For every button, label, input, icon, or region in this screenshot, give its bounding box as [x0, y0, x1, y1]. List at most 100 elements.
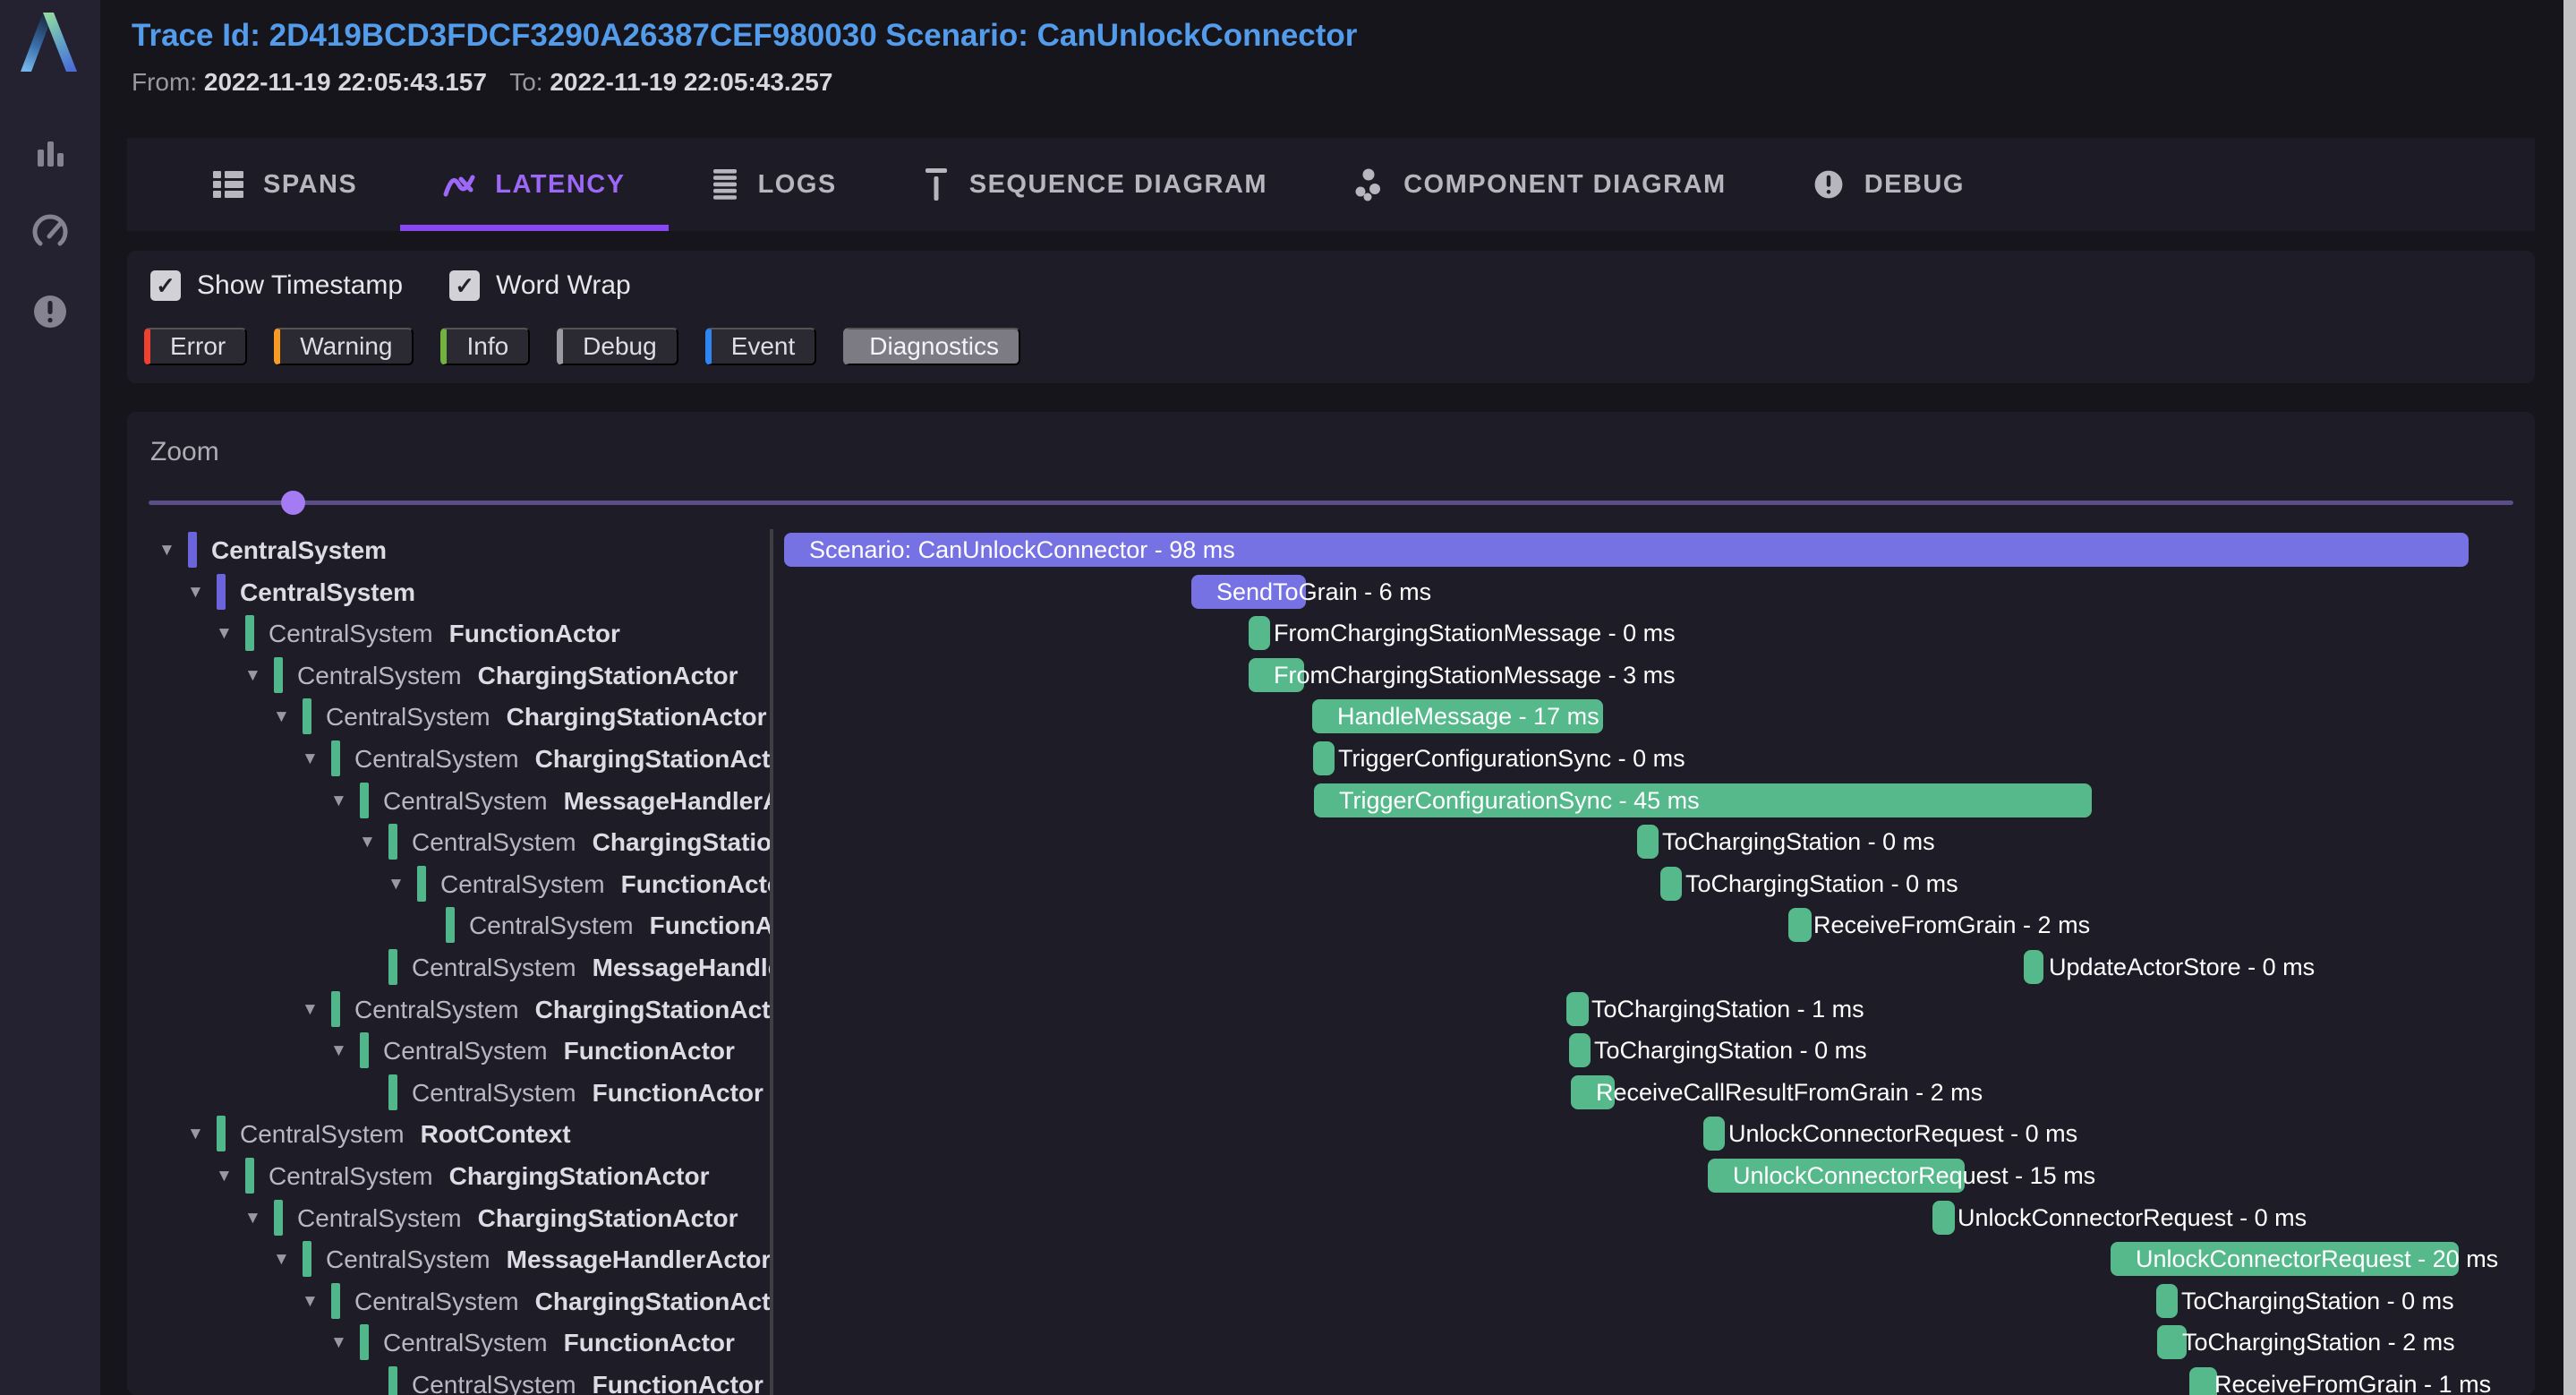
tree-node[interactable]: ▼ CentralSystemMessageHandlerActor [127, 780, 770, 822]
chevron-down-icon[interactable]: ▼ [216, 612, 233, 655]
filter-chip-warning[interactable]: Warning [274, 328, 414, 365]
chevron-down-icon[interactable]: ▼ [330, 1030, 347, 1072]
checkbox-checked-icon[interactable]: ✓ [150, 270, 181, 301]
tree-node[interactable]: ▼CentralSystem [127, 529, 770, 571]
filter-chip-event[interactable]: Event [705, 328, 817, 365]
filter-chip-info[interactable]: Info [440, 328, 530, 365]
filter-chip-error[interactable]: Error [144, 328, 247, 365]
chevron-down-icon[interactable]: ▼ [302, 1280, 319, 1322]
span-bar[interactable] [2189, 1367, 2217, 1395]
span-bar[interactable] [1191, 575, 1306, 609]
alert-circle-icon[interactable] [30, 292, 70, 331]
tab-bar: SPANS LATENCY LOGS SEQUENCE DIAGRAM COMP… [127, 138, 2535, 231]
span-bar[interactable] [1708, 1159, 1965, 1193]
node-label: CentralSystemMessageHandlerActor [383, 780, 770, 822]
chevron-down-icon[interactable]: ▼ [302, 988, 319, 1031]
tree-node[interactable]: CentralSystemFunctionActor [127, 1364, 770, 1395]
chevron-down-icon[interactable]: ▼ [330, 1322, 347, 1364]
node-color-bar [245, 1158, 254, 1194]
node-label: CentralSystemMessageHandlerActor [412, 946, 770, 988]
span-bar[interactable] [1569, 1033, 1591, 1067]
tree-node[interactable]: ▼CentralSystem [127, 571, 770, 613]
from-label: From: [132, 68, 197, 96]
zoom-slider[interactable] [149, 491, 2513, 514]
filter-chip-debug[interactable]: Debug [557, 328, 678, 365]
chevron-down-icon[interactable]: ▼ [216, 1155, 233, 1197]
tree-node[interactable]: ▼CentralSystemFunctionActor [127, 1322, 770, 1364]
chevron-down-icon[interactable]: ▼ [273, 1238, 290, 1280]
chevron-down-icon[interactable]: ▼ [187, 571, 204, 613]
span-bar[interactable] [1312, 699, 1603, 733]
filter-chip-diagnostics[interactable]: Diagnostics [843, 328, 1020, 365]
chevron-down-icon[interactable]: ▼ [244, 655, 261, 697]
span-bar[interactable] [1314, 783, 2092, 817]
span-bar[interactable] [2156, 1284, 2178, 1318]
vertical-scrollbar[interactable] [2563, 0, 2576, 1395]
tree-node[interactable]: ▼CentralSystemFunctionActor [127, 863, 770, 905]
chevron-down-icon[interactable]: ▼ [359, 821, 376, 863]
span-bar[interactable] [1703, 1117, 1725, 1151]
tree-node[interactable]: ▼CentralSystemChargingStationActor [127, 1155, 770, 1197]
span-bar[interactable] [1566, 992, 1589, 1026]
tab-component-diagram[interactable]: COMPONENT DIAGRAM [1310, 138, 1770, 231]
node-label: CentralSystemFunctionActor [469, 904, 770, 946]
gantt-row: ToChargingStation - 0 ms [775, 863, 2535, 905]
tree-node[interactable]: ▼CentralSystemChargingStationActor [127, 988, 770, 1031]
tree-node[interactable]: ▼CentralSystemFunctionActor [127, 1030, 770, 1072]
chevron-down-icon[interactable]: ▼ [388, 863, 405, 905]
span-bar[interactable] [1637, 825, 1659, 859]
span-label: ReceiveFromGrain - 2 ms [1813, 908, 2090, 942]
zoom-slider-thumb[interactable] [281, 491, 305, 515]
span-bar[interactable] [2157, 1325, 2187, 1359]
pane-divider[interactable] [770, 529, 773, 1395]
span-bar[interactable] [1660, 867, 1682, 901]
span-bar[interactable] [1249, 658, 1304, 692]
tree-node[interactable]: ▼CentralSystemChargingStationActor [127, 655, 770, 697]
tree-node[interactable]: ▼CentralSystemChargingStationActor [127, 1280, 770, 1322]
word-wrap-checkbox[interactable]: ✓ Word Wrap [449, 270, 631, 301]
span-bar[interactable] [1932, 1201, 1955, 1235]
span-bar[interactable] [2024, 950, 2043, 984]
tree-node[interactable]: ▼ CentralSystemChargingStationActor [127, 696, 770, 738]
to-label: To: [509, 68, 542, 96]
node-label: CentralSystemChargingStationActor [326, 696, 767, 738]
chevron-down-icon[interactable]: ▼ [187, 1113, 204, 1155]
tree-node[interactable]: CentralSystemFunctionActor [127, 904, 770, 946]
span-bar[interactable] [1249, 616, 1270, 650]
tree-node[interactable]: ▼CentralSystemChargingStationActor [127, 1197, 770, 1239]
tree-node[interactable]: ▼CentralSystemMessageHandlerActor [127, 1238, 770, 1280]
tree-node[interactable]: CentralSystemMessageHandlerActor [127, 946, 770, 988]
tree-node[interactable]: ▼CentralSystemChargingStationActor [127, 821, 770, 863]
tab-logs[interactable]: LOGS [669, 138, 880, 231]
chevron-down-icon[interactable]: ▼ [330, 780, 347, 822]
chevron-down-icon[interactable]: ▼ [244, 1197, 261, 1239]
tab-label: SPANS [263, 170, 357, 200]
span-bar[interactable] [1313, 741, 1335, 775]
tab-spans[interactable]: SPANS [170, 138, 400, 231]
chevron-down-icon[interactable]: ▼ [273, 696, 290, 738]
node-color-bar [417, 866, 426, 902]
node-label: CentralSystemChargingStationActor [354, 738, 770, 780]
tree-node[interactable]: ▼CentralSystemFunctionActor [127, 612, 770, 655]
chevron-down-icon[interactable]: ▼ [302, 738, 319, 780]
bar-chart-icon[interactable] [30, 134, 70, 174]
tree-node[interactable]: CentralSystemFunctionActor [127, 1072, 770, 1114]
zoom-slider-track[interactable] [149, 501, 2513, 505]
chevron-down-icon[interactable]: ▼ [158, 529, 175, 571]
tab-latency[interactable]: LATENCY [400, 138, 668, 231]
tab-debug[interactable]: DEBUG [1770, 138, 2008, 231]
span-bar[interactable] [1571, 1075, 1615, 1109]
display-options: ✓ Show Timestamp ✓ Word Wrap [150, 270, 631, 301]
tree-node[interactable]: ▼ CentralSystemChargingStationActor [127, 738, 770, 780]
tree-node[interactable]: ▼CentralSystemRootContext [127, 1113, 770, 1155]
show-timestamp-checkbox[interactable]: ✓ Show Timestamp [150, 270, 403, 301]
span-bar[interactable] [2111, 1242, 2459, 1276]
checkbox-checked-icon[interactable]: ✓ [449, 270, 480, 301]
gauge-icon[interactable] [30, 213, 70, 252]
gantt-row: ReceiveCallResultFromGrain - 2 ms [775, 1072, 2535, 1114]
gantt-row: ToChargingStation - 2 ms [775, 1322, 2535, 1364]
pulse-icon [443, 170, 475, 199]
span-bar[interactable] [784, 533, 2469, 567]
span-bar[interactable] [1788, 908, 1812, 942]
tab-sequence-diagram[interactable]: SEQUENCE DIAGRAM [880, 138, 1310, 231]
